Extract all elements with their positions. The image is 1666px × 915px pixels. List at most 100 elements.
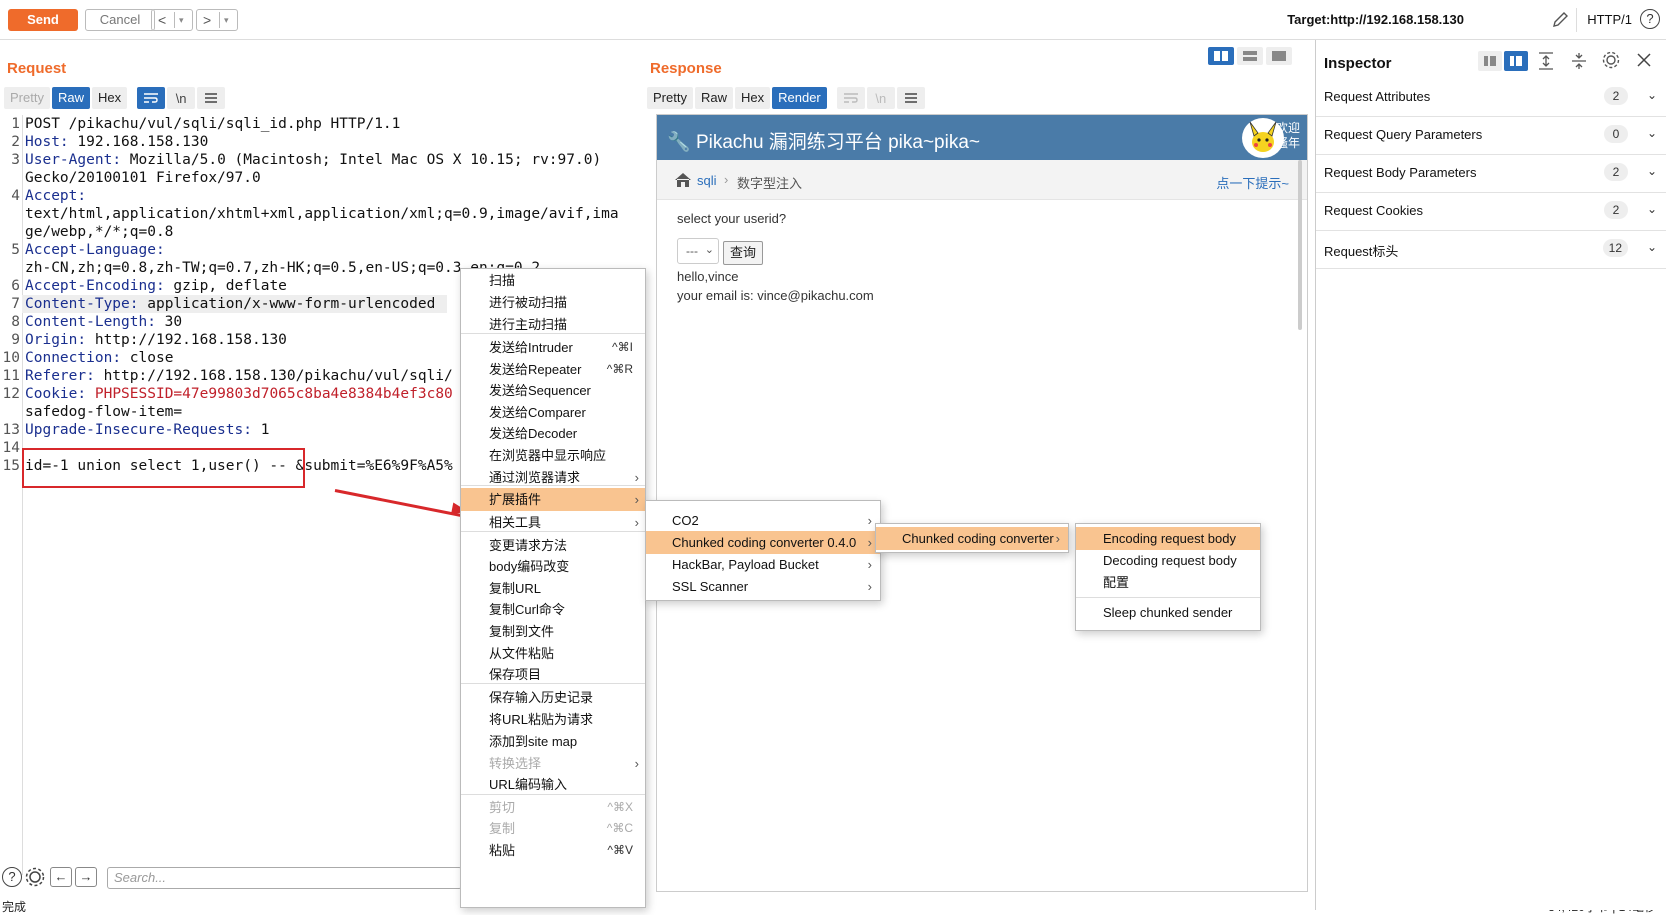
home-icon[interactable] [674, 172, 692, 188]
newline-toggle-icon[interactable]: \n [167, 87, 196, 109]
back-button[interactable]: < ▾ [151, 9, 193, 31]
layout-single-icon[interactable] [1266, 47, 1292, 65]
menu-item[interactable]: 在浏览器中显示响应 [461, 444, 645, 467]
header-name: Upgrade-Insecure-Requests [25, 422, 244, 438]
tab-raw[interactable]: Raw [694, 87, 733, 109]
layout-split-icon[interactable] [1208, 47, 1234, 65]
inspector-row-label: Request Body Parameters [1324, 165, 1477, 180]
layout-stacked-icon[interactable] [1237, 47, 1263, 65]
menu-separator [1076, 597, 1260, 598]
tab-pretty[interactable]: Pretty [647, 87, 693, 109]
close-icon[interactable] [1636, 52, 1652, 68]
submenu-item[interactable]: Decoding request body [1076, 549, 1260, 572]
menu-item[interactable]: 保存项目 [461, 663, 645, 686]
inspector-row[interactable]: Request Query Parameters 0 ⌄ [1316, 115, 1666, 155]
submenu-item[interactable]: Encoding request body [1076, 527, 1260, 550]
chevron-down-icon[interactable]: ⌄ [1647, 126, 1657, 140]
submenu-item[interactable]: Sleep chunked sender [1076, 601, 1260, 624]
chevron-down-icon[interactable]: ⌄ [1647, 240, 1657, 254]
newline-toggle-icon[interactable]: \n [866, 87, 895, 109]
menu-item[interactable]: 进行被动扫描 [461, 291, 645, 314]
http-version-label[interactable]: HTTP/1 [1587, 12, 1632, 27]
collapse-all-icon[interactable] [1570, 51, 1588, 71]
scrollbar[interactable] [1298, 160, 1302, 330]
breadcrumb-link[interactable]: sqli [697, 173, 717, 188]
submenu-item[interactable]: 配置 [1076, 571, 1260, 594]
header-value: gzip, deflate [164, 278, 287, 294]
menu-item[interactable]: 通过浏览器请求 › [461, 466, 645, 489]
cancel-button[interactable]: Cancel [85, 9, 155, 31]
wrap-lines-icon[interactable] [836, 87, 865, 109]
menu-item[interactable]: 从文件粘贴 [461, 642, 645, 665]
chevron-right-icon: › [867, 557, 872, 572]
submenu-item[interactable]: Chunked coding converter › [876, 527, 1068, 550]
menu-item[interactable]: 扫描 [461, 269, 645, 292]
userid-select[interactable]: --- ⌄ [677, 238, 719, 264]
menu-item[interactable]: 复制 ^⌘C [461, 817, 645, 840]
submenu-item[interactable]: CO2 › [646, 509, 880, 532]
wrap-lines-icon[interactable] [137, 87, 166, 109]
menu-item[interactable]: 发送给Sequencer [461, 379, 645, 402]
menu-item[interactable]: 相关工具 › [461, 511, 645, 534]
forward-button[interactable]: > ▾ [196, 9, 238, 31]
query-button[interactable]: 查询 [723, 241, 763, 265]
chevron-down-icon[interactable]: ⌄ [1647, 88, 1657, 102]
menu-icon[interactable] [896, 87, 925, 109]
forward-arrow-icon[interactable]: → [75, 867, 97, 887]
inspector-row[interactable]: Request Cookies 2 ⌄ [1316, 191, 1666, 231]
menu-item[interactable]: 粘贴 ^⌘V [461, 839, 645, 862]
menu-item[interactable]: 复制Curl命令 [461, 598, 645, 621]
chevron-down-icon[interactable]: ⌄ [1647, 164, 1657, 178]
menu-item[interactable]: 将URL粘贴为请求 [461, 708, 645, 731]
menu-item[interactable]: 剪切 ^⌘X [461, 796, 645, 819]
submenu-item[interactable]: Chunked coding converter 0.4.0 › [646, 531, 880, 554]
line-number: 9 [11, 332, 20, 348]
menu-item[interactable]: 发送给Decoder [461, 422, 645, 445]
chevron-down-icon[interactable]: ⌄ [1647, 202, 1657, 216]
back-arrow-icon[interactable]: ← [50, 867, 72, 887]
menu-item[interactable]: 发送给Intruder ^⌘I [461, 336, 645, 359]
menu-item[interactable]: 变更请求方法 [461, 534, 645, 557]
tab-raw[interactable]: Raw [51, 87, 90, 109]
header-value: 1 [251, 422, 270, 438]
menu-item[interactable]: 复制URL [461, 577, 645, 600]
chevron-down-icon: ⌄ [704, 244, 714, 256]
menu-item[interactable]: body编码改变 [461, 555, 645, 578]
menu-item[interactable]: URL编码输入 [461, 773, 645, 796]
help-icon[interactable]: ? [2, 867, 22, 887]
inspector-row[interactable]: Request Attributes 2 ⌄ [1316, 77, 1666, 117]
submenu-item[interactable]: SSL Scanner › [646, 575, 880, 598]
gear-icon[interactable] [24, 866, 46, 888]
menu-item[interactable]: 转换选择 › [461, 752, 645, 775]
tab-render[interactable]: Render [772, 87, 827, 109]
tab-hex[interactable]: Hex [734, 87, 771, 109]
inspector-row-label: Request Attributes [1324, 89, 1431, 104]
send-button[interactable]: Send [8, 9, 78, 31]
chunked-actions-submenu: Encoding request body Decoding request bo… [1075, 523, 1261, 631]
context-menu: 扫描 进行被动扫描 进行主动扫描 发送给Intruder ^⌘I 发送给Repeater ^… [460, 268, 646, 908]
list-view-icon[interactable] [1478, 51, 1502, 71]
menu-item[interactable]: 发送给Comparer [461, 401, 645, 424]
menu-item[interactable]: 保存输入历史记录 [461, 686, 645, 709]
header-value: safedog-flow-item= [25, 404, 183, 420]
menu-item[interactable]: 扩展插件 › [461, 488, 645, 511]
menu-item[interactable]: 发送给Repeater ^⌘R [461, 358, 645, 381]
tab-hex[interactable]: Hex [91, 87, 128, 109]
menu-icon[interactable] [197, 87, 226, 109]
inspector-row[interactable]: Request Body Parameters 2 ⌄ [1316, 153, 1666, 193]
inspector-row[interactable]: Request标头 12 ⌄ [1316, 229, 1666, 269]
submenu-item[interactable]: HackBar, Payload Bucket › [646, 553, 880, 576]
expand-all-icon[interactable] [1537, 51, 1555, 71]
menu-item[interactable]: 复制到文件 [461, 620, 645, 643]
help-icon[interactable]: ? [1640, 9, 1660, 29]
menu-item[interactable]: 进行主动扫描 [461, 313, 645, 336]
detail-view-icon[interactable] [1504, 51, 1528, 71]
hint-link[interactable]: 点一下提示~ [1216, 173, 1289, 192]
gear-icon[interactable] [1601, 50, 1621, 70]
response-title: Response [650, 60, 722, 77]
line-number: 6 [11, 278, 20, 294]
menu-item[interactable]: 添加到site map [461, 730, 645, 753]
tab-pretty[interactable]: Pretty [4, 87, 50, 109]
pencil-icon[interactable] [1550, 10, 1570, 30]
search-input[interactable]: Search... [107, 867, 462, 889]
